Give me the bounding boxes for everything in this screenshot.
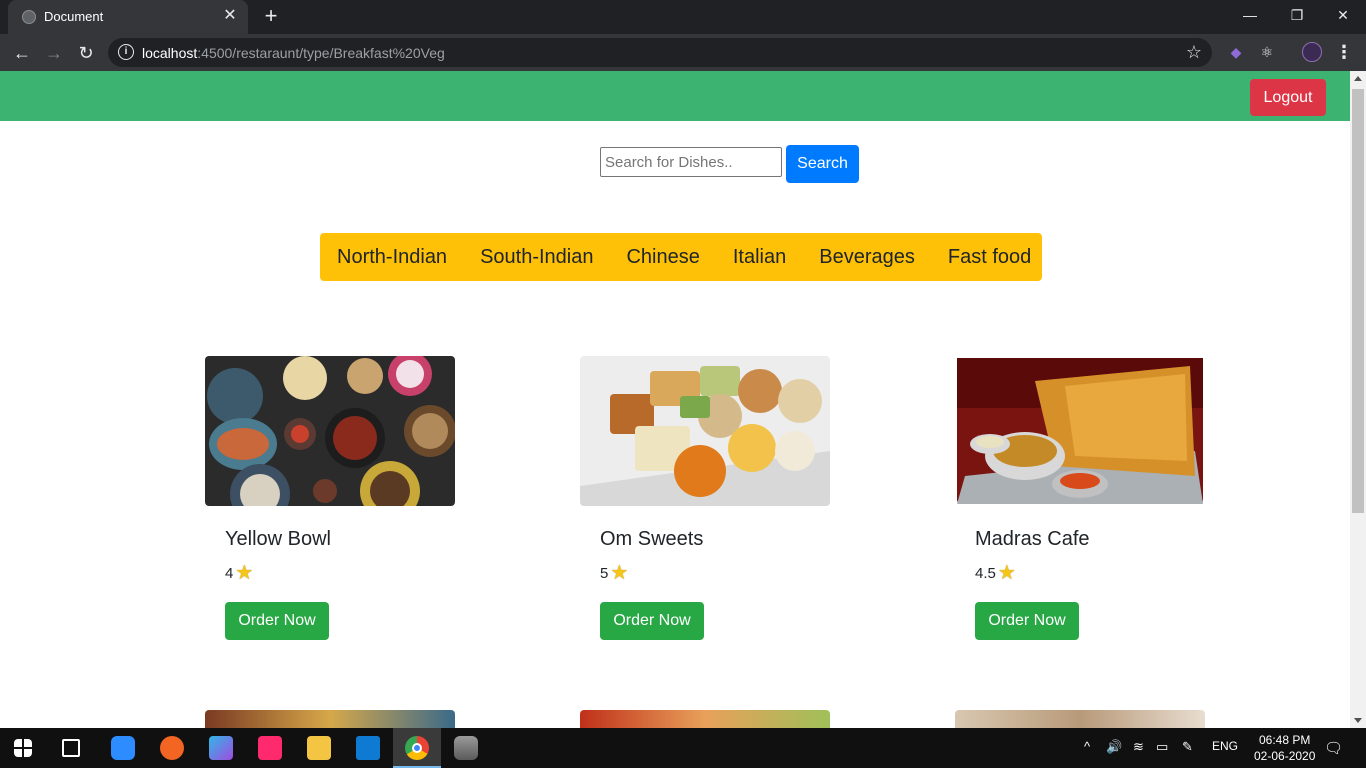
chrome-icon[interactable] bbox=[405, 736, 429, 760]
restaurant-name: Yellow Bowl bbox=[225, 528, 331, 550]
restaurant-image bbox=[955, 710, 1205, 728]
volume-icon[interactable]: 🔊 bbox=[1106, 739, 1122, 755]
globe-icon bbox=[22, 10, 36, 24]
category-italian[interactable]: Italian bbox=[733, 246, 786, 269]
rating-value: 4.5 bbox=[975, 564, 996, 582]
restaurant-image bbox=[205, 356, 455, 506]
category-beverages[interactable]: Beverages bbox=[819, 246, 915, 269]
restaurant-name: Om Sweets bbox=[600, 528, 704, 550]
back-icon[interactable]: ← bbox=[9, 40, 35, 66]
task-view-icon[interactable] bbox=[62, 739, 80, 757]
extension-icon[interactable]: ◆ bbox=[1226, 42, 1246, 62]
restaurant-card: Om Sweets 5 ★ Order Now bbox=[580, 356, 830, 640]
browser-menu-icon[interactable]: ⋮ bbox=[1334, 40, 1354, 64]
restaurant-image bbox=[955, 356, 1205, 506]
star-rating-icon: ★ bbox=[610, 562, 629, 584]
close-tab-icon[interactable]: ✕ bbox=[220, 6, 240, 26]
restaurant-rating: 4 ★ bbox=[225, 562, 254, 584]
file-explorer-icon[interactable] bbox=[307, 736, 331, 760]
minimize-icon[interactable]: — bbox=[1235, 4, 1265, 26]
database-icon[interactable] bbox=[454, 736, 478, 760]
restaurant-rating: 4.5 ★ bbox=[975, 562, 1016, 584]
wifi-icon[interactable]: ≋ bbox=[1133, 739, 1144, 755]
logout-button[interactable]: Logout bbox=[1250, 79, 1326, 116]
restaurant-name: Madras Cafe bbox=[975, 528, 1090, 550]
windows-start-icon[interactable] bbox=[14, 739, 32, 757]
search-input[interactable] bbox=[600, 147, 782, 177]
order-now-button[interactable]: Order Now bbox=[975, 602, 1079, 640]
url-text: localhost:4500/restaraunt/type/Breakfast… bbox=[142, 45, 445, 61]
star-rating-icon: ★ bbox=[235, 562, 254, 584]
chevron-up-icon[interactable]: ^ bbox=[1084, 739, 1090, 754]
pen-icon[interactable]: ✎ bbox=[1182, 739, 1193, 755]
page-scrollbar[interactable] bbox=[1350, 71, 1366, 728]
search-button[interactable]: Search bbox=[786, 145, 859, 183]
scroll-down-icon[interactable] bbox=[1354, 718, 1362, 723]
scroll-thumb[interactable] bbox=[1352, 89, 1364, 513]
restaurant-image bbox=[580, 356, 830, 506]
battery-icon[interactable]: ▭ bbox=[1156, 739, 1168, 755]
language-indicator[interactable]: ENG bbox=[1212, 739, 1238, 753]
vscode-icon[interactable] bbox=[356, 736, 380, 760]
restore-icon[interactable]: ❐ bbox=[1282, 4, 1312, 26]
star-rating-icon: ★ bbox=[997, 562, 1016, 584]
app-icon[interactable] bbox=[209, 736, 233, 760]
restaurant-rating: 5 ★ bbox=[600, 562, 629, 584]
forward-icon[interactable]: → bbox=[41, 40, 67, 66]
clock-time: 06:48 PM bbox=[1259, 733, 1311, 747]
category-fast-food[interactable]: Fast food bbox=[948, 246, 1031, 269]
browser-tab[interactable]: Document ✕ bbox=[8, 0, 248, 34]
scroll-up-icon[interactable] bbox=[1354, 76, 1362, 81]
taskbar-clock[interactable]: 06:48 PM 02-06-2020 bbox=[1254, 732, 1315, 764]
restaurant-image bbox=[580, 710, 830, 728]
reload-icon[interactable]: ↻ bbox=[73, 40, 99, 66]
new-tab-button[interactable]: + bbox=[259, 4, 283, 28]
rating-value: 4 bbox=[225, 564, 234, 582]
profile-avatar[interactable] bbox=[1302, 42, 1322, 62]
browser-tabstrip: Document ✕ + — ❐ ✕ bbox=[0, 0, 1366, 34]
tab-title: Document bbox=[44, 9, 104, 24]
app-icon[interactable] bbox=[258, 736, 282, 760]
rating-value: 5 bbox=[600, 564, 609, 582]
restaurant-card: Madras Cafe 4.5 ★ Order Now bbox=[955, 356, 1205, 640]
address-bar[interactable]: i localhost:4500/restaraunt/type/Breakfa… bbox=[108, 38, 1212, 67]
category-south-indian[interactable]: South-Indian bbox=[480, 246, 593, 269]
app-navbar: Logout bbox=[0, 71, 1350, 121]
postman-app-icon[interactable] bbox=[160, 736, 184, 760]
info-icon[interactable]: i bbox=[118, 44, 134, 60]
category-nav: North-Indian South-Indian Chinese Italia… bbox=[320, 233, 1042, 281]
category-north-indian[interactable]: North-Indian bbox=[337, 246, 447, 269]
restaurant-image bbox=[205, 710, 455, 728]
restaurant-card: Yellow Bowl 4 ★ Order Now bbox=[205, 356, 455, 640]
window-close-icon[interactable]: ✕ bbox=[1328, 4, 1358, 26]
browser-toolbar: ← → ↻ i localhost:4500/restaraunt/type/B… bbox=[0, 34, 1366, 71]
order-now-button[interactable]: Order Now bbox=[225, 602, 329, 640]
clock-date: 02-06-2020 bbox=[1254, 749, 1316, 763]
notifications-icon[interactable]: 🗨 bbox=[1324, 739, 1343, 757]
category-chinese[interactable]: Chinese bbox=[626, 246, 699, 269]
windows-taskbar: ^ 🔊 ≋ ▭ ✎ ENG 06:48 PM 02-06-2020 🗨 bbox=[0, 728, 1366, 768]
zoom-app-icon[interactable] bbox=[111, 736, 135, 760]
bookmark-star-icon[interactable]: ☆ bbox=[1186, 42, 1202, 63]
react-devtools-icon[interactable]: ⚛ bbox=[1257, 42, 1277, 62]
order-now-button[interactable]: Order Now bbox=[600, 602, 704, 640]
page-viewport: Logout Search North-Indian South-Indian … bbox=[0, 71, 1350, 728]
